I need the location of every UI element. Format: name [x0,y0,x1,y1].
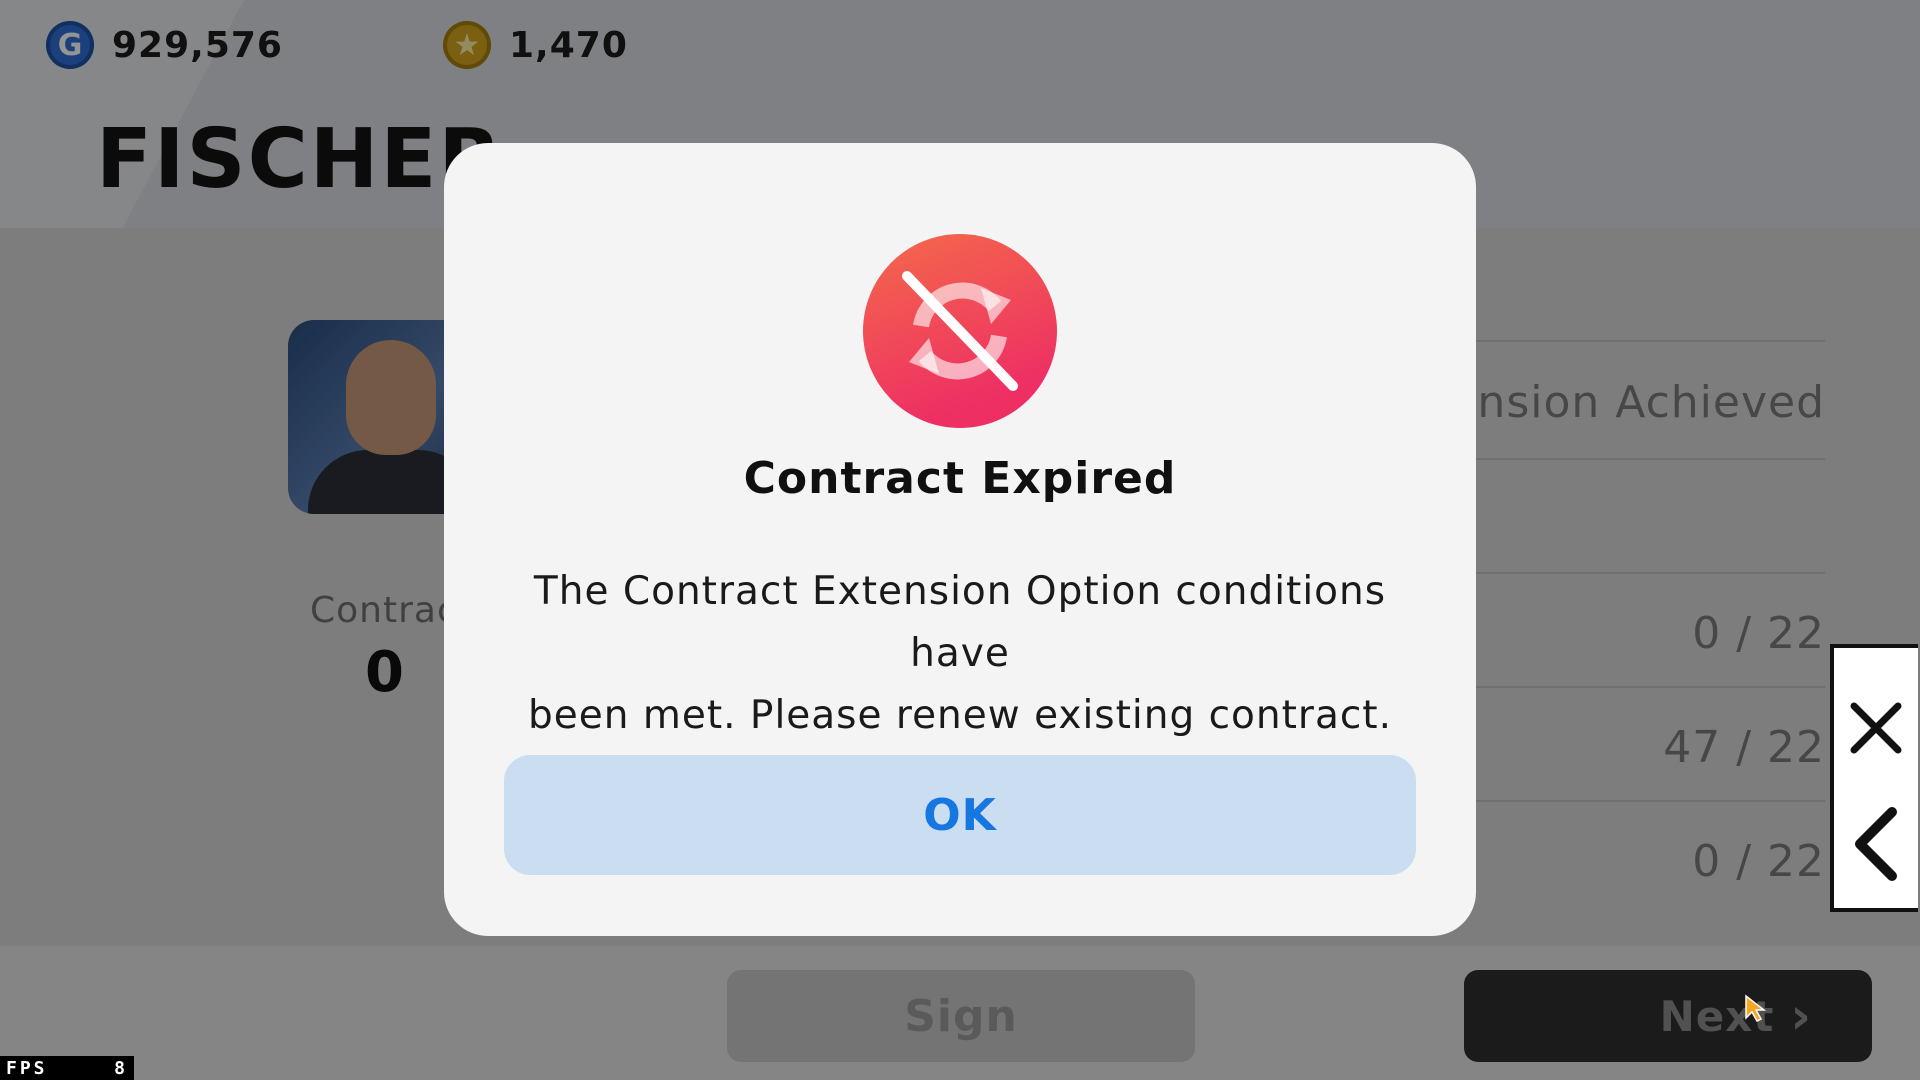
dialog-message-line: been met. Please renew existing contract… [528,693,1392,738]
contract-expired-icon [863,234,1057,428]
dialog-title: Contract Expired [743,453,1177,504]
dialog-message: The Contract Extension Option conditions… [504,561,1416,747]
mouse-cursor-icon [1745,994,1766,1022]
back-arrow-icon [1855,807,1897,881]
close-icon [1850,702,1902,754]
side-control-panel [1830,644,1918,912]
fps-counter: FPS 8 [0,1056,134,1080]
contract-expired-dialog: Contract Expired The Contract Extension … [444,143,1766,1022]
close-button[interactable] [1834,668,1918,788]
back-button[interactable] [1834,784,1918,904]
renew-disabled-icon [902,271,1018,391]
dialog-message-line: The Contract Extension Option conditions… [533,569,1387,676]
fps-label: FPS [6,1057,48,1079]
ok-button[interactable]: OK [504,755,1416,875]
fps-value: 8 [114,1057,128,1079]
